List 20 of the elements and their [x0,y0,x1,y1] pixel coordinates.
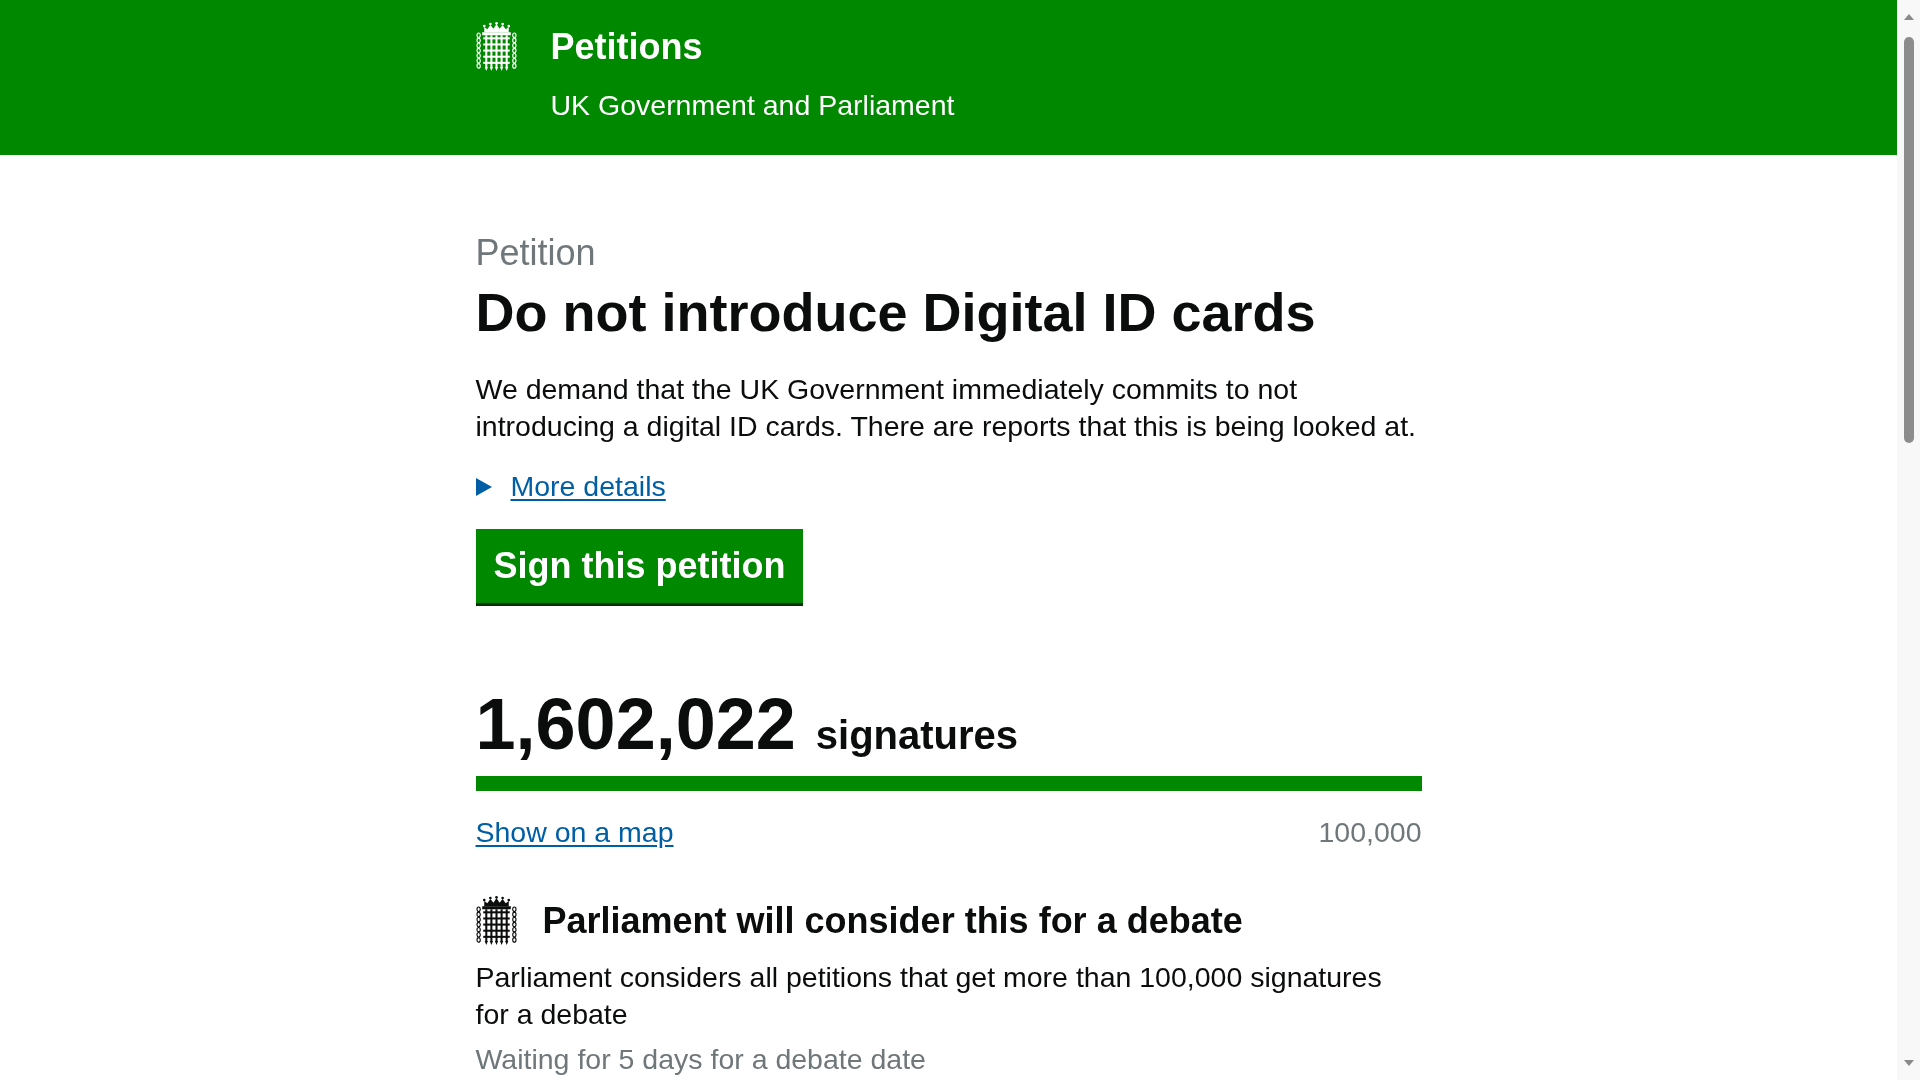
scrollbar-thumb[interactable] [1903,37,1914,443]
portcullis-icon [475,895,517,945]
site-subtitle: UK Government and Parliament [550,88,955,123]
debate-description: Parliament considers all petitions that get more than 100,000 signatures for a debate [475,959,1383,1033]
page-caption: Petition [475,233,596,273]
more-details-link[interactable]: More details [475,467,666,506]
scrollbar[interactable] [1897,0,1920,1080]
up-arrow-icon[interactable] [1903,14,1914,20]
petition-title: Do not introduce Digital ID cards [475,282,1316,342]
sign-petition-button[interactable]: Sign this petition [475,529,804,607]
debate-heading: Parliament will consider this for a debate [542,898,1243,942]
signature-label: signatures [815,715,1019,756]
threshold-label: 100,000 [1318,815,1422,851]
signature-count: 1,602,022 [475,688,796,761]
down-arrow-icon[interactable] [1903,1060,1914,1066]
show-map-link[interactable]: Show on a map [475,814,674,852]
portcullis-icon [475,22,517,71]
debate-status: Waiting for 5 days for a debate date [475,1041,926,1077]
petition-summary: We demand that the UK Government immediately commits to not introducing a digital ID cards. There are reports that this is being looked at. [475,371,1417,444]
site-title[interactable]: Petitions [550,27,703,67]
